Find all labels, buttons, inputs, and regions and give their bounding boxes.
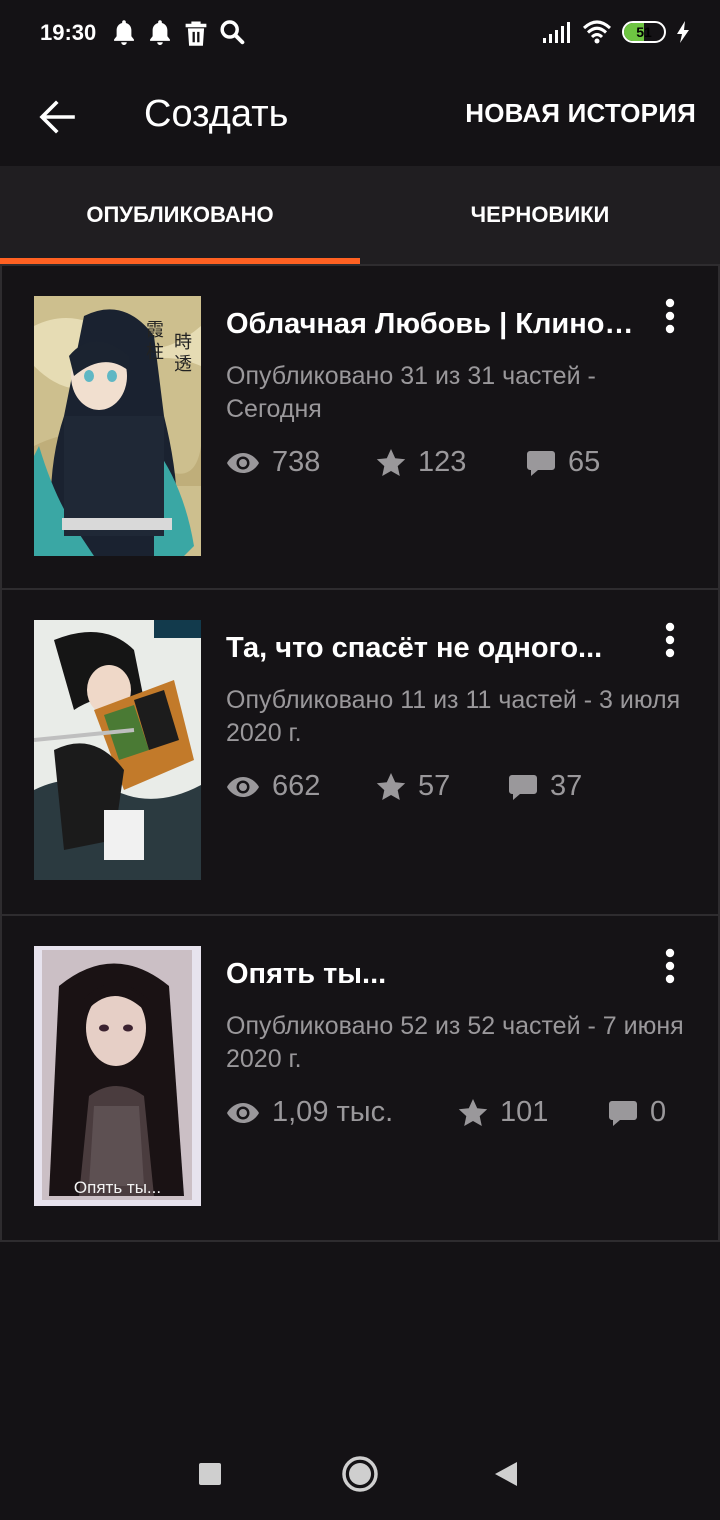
svg-text:霞: 霞 [146,320,164,341]
star-icon [376,448,406,476]
tab-label: ЧЕРНОВИКИ [470,202,610,227]
tab-published[interactable]: ОПУБЛИКОВАНО [0,166,360,264]
story-meta: Опубликовано 11 из 11 частей - 3 июля 20… [226,686,681,747]
views-count: 662 [272,770,321,802]
search-icon [218,18,246,53]
votes-stat: 123 [376,446,526,479]
eye-icon [227,452,259,473]
comments-count: 0 [650,1096,667,1128]
tab-drafts[interactable]: ЧЕРНОВИКИ [360,166,720,264]
bell-icon [146,18,174,53]
back-triangle-icon [495,1462,517,1486]
tab-label: ОПУБЛИКОВАНО [86,202,274,227]
comment-icon [609,1100,637,1126]
bell-icon [110,18,138,53]
notification-icons [110,18,246,53]
wifi-icon [582,20,612,44]
story-title[interactable]: Опять ты... [226,956,646,992]
status-bar: 19:30 51 [0,0,720,70]
story-menu-button[interactable] [652,294,688,338]
views-stat: 662 [226,770,376,803]
svg-text:透: 透 [174,354,192,375]
signal-icon [542,21,572,43]
comments-count: 65 [568,446,601,478]
recents-button[interactable] [188,1452,232,1496]
views-count: 1,09 тыс. [272,1096,394,1128]
arrow-left-icon [39,100,75,134]
story-item[interactable]: Опять ты... Опять ты... Опубликовано 52 … [0,916,720,1242]
charging-icon [676,21,690,43]
app-bar: Создать НОВАЯ ИСТОРИЯ [0,70,720,166]
story-stats: 662 57 37 [226,770,686,803]
recents-square-icon [199,1463,221,1485]
story-meta: Опубликовано 31 из 31 частей - Сегодня [226,362,596,423]
battery-icon: 51 [622,21,666,43]
comments-stat: 37 [508,770,582,803]
battery-level: 51 [636,24,652,40]
story-stats: 738 123 65 [226,446,686,479]
home-circle-icon [342,1456,378,1492]
star-icon [458,1098,488,1126]
more-vertical-icon [665,622,675,658]
story-menu-button[interactable] [652,944,688,988]
story-meta: Опубликовано 52 из 52 частей - 7 июня 20… [226,1012,684,1073]
back-button[interactable] [30,90,84,144]
eye-icon [227,1102,259,1123]
story-item[interactable]: Та, что спасёт не одного... Опубликовано… [0,590,720,916]
votes-stat: 57 [376,770,508,803]
svg-text:時: 時 [174,332,192,353]
status-right-icons: 51 [542,20,690,44]
comments-stat: 65 [526,446,600,479]
story-cover-image[interactable]: 霞 柱 時 透 [34,296,201,556]
system-nav-bar [0,1424,720,1520]
more-vertical-icon [665,948,675,984]
cover-caption: Опять ты... [73,1178,162,1197]
status-time: 19:30 [40,20,97,45]
votes-stat: 101 [458,1096,608,1129]
story-cover-image[interactable] [34,620,201,880]
more-vertical-icon [665,298,675,334]
story-cover-image[interactable]: Опять ты... [34,946,201,1206]
votes-count: 101 [500,1096,549,1128]
comment-icon [527,450,555,476]
views-count: 738 [272,446,321,478]
svg-text:柱: 柱 [146,342,164,363]
back-nav-button[interactable] [484,1452,528,1496]
star-icon [376,772,406,800]
votes-count: 123 [418,446,467,478]
home-button[interactable] [338,1452,382,1496]
votes-count: 57 [418,770,451,802]
views-stat: 1,09 тыс. [226,1096,458,1129]
story-item[interactable]: 霞 柱 時 透 Облачная Любовь | Клинок, рассек… [0,264,720,590]
story-title[interactable]: Облачная Любовь | Клинок, рассекающий де… [226,306,646,342]
new-story-button[interactable]: НОВАЯ ИСТОРИЯ [465,96,696,130]
page-title: Создать [144,93,289,135]
comment-icon [509,774,537,800]
eye-icon [227,776,259,797]
tab-bar: ОПУБЛИКОВАНО ЧЕРНОВИКИ [0,166,720,264]
story-list: 霞 柱 時 透 Облачная Любовь | Клинок, рассек… [0,264,720,1242]
trash-icon [182,18,210,53]
story-title[interactable]: Та, что спасёт не одного... [226,630,646,666]
story-menu-button[interactable] [652,618,688,662]
views-stat: 738 [226,446,376,479]
comments-count: 37 [550,770,583,802]
story-stats: 1,09 тыс. 101 0 [226,1096,686,1129]
comments-stat: 0 [608,1096,666,1129]
